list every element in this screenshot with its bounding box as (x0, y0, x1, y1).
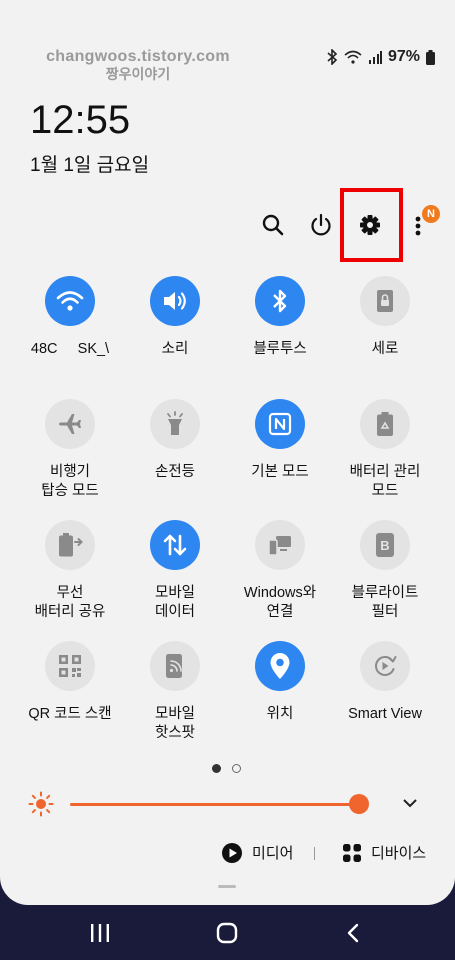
airplane-icon[interactable] (45, 399, 95, 449)
notification-badge: N (422, 205, 440, 223)
quick-tile-nfc[interactable]: 기본 모드 (225, 399, 335, 482)
quick-tile-location[interactable]: 위치 (225, 641, 335, 724)
svg-text:B: B (380, 538, 389, 553)
quick-tile-label: 48C SK_\ (30, 341, 110, 357)
quick-tile-label: 비행기 탑승 모드 (41, 464, 99, 499)
quick-tile-wireless-battery-share[interactable]: 무선 배터리 공유 (15, 520, 125, 622)
wifi-icon[interactable] (45, 276, 95, 326)
quick-tile-flashlight[interactable]: 손전등 (120, 399, 230, 482)
page-indicator-active (212, 764, 221, 773)
signal-status-icon (368, 50, 382, 64)
home-button[interactable] (216, 922, 238, 949)
qr-code-icon[interactable] (45, 641, 95, 691)
quick-tile-label: 블루투스 (253, 341, 307, 357)
smart-view-icon[interactable] (360, 641, 410, 691)
quick-tile-label: Smart View (348, 706, 422, 722)
bluetooth-icon[interactable] (255, 276, 305, 326)
quick-tile-label: 손전등 (154, 464, 196, 480)
power-icon (311, 213, 331, 236)
quick-tile-label: 무선 배터리 공유 (34, 585, 106, 620)
panel-drag-handle[interactable] (218, 885, 236, 888)
wireless-battery-share-icon[interactable] (45, 520, 95, 570)
quick-tile-bluetooth[interactable]: 블루투스 (225, 276, 335, 359)
quick-tile-link-windows[interactable]: Windows와 연결 (225, 520, 335, 622)
media-label: 미디어 (252, 845, 294, 862)
status-bar: 97% (327, 48, 435, 66)
home-icon (216, 922, 238, 944)
quick-tile-label: 세로 (371, 341, 399, 357)
clock: 12:55 (30, 98, 131, 142)
quick-settings-panel: changwoos.tistory.com 짱우이야기 97% 12:55 1월… (0, 0, 455, 905)
quick-tile-label: 위치 (266, 706, 294, 722)
quick-tile-portrait-lock[interactable]: 세로 (330, 276, 440, 359)
media-button[interactable]: 미디어 (222, 842, 293, 863)
quick-tile-label: QR 코드 스캔 (28, 706, 112, 722)
back-icon (347, 923, 359, 943)
brightness-slider-track[interactable] (70, 803, 368, 806)
settings-highlight-box (340, 188, 403, 262)
blue-light-filter-icon[interactable]: B (360, 520, 410, 570)
quick-tile-label: 기본 모드 (251, 464, 309, 480)
quick-tile-blue-light-filter[interactable]: B 블루라이트 필터 (330, 520, 440, 622)
quick-tile-smart-view[interactable]: Smart View (330, 641, 440, 724)
nfc-icon[interactable] (255, 399, 305, 449)
quick-tile-qr-code[interactable]: QR 코드 스캔 (15, 641, 125, 724)
quick-tile-airplane[interactable]: 비행기 탑승 모드 (15, 399, 125, 501)
bluetooth-status-icon (327, 49, 338, 65)
quick-tile-sound[interactable]: 소리 (120, 276, 230, 359)
mobile-data-icon[interactable] (150, 520, 200, 570)
recent-apps-button[interactable] (90, 924, 110, 947)
quick-tile-wifi[interactable]: 48C SK_\ (15, 276, 125, 359)
quick-tile-label: 소리 (161, 341, 189, 357)
quick-tile-hotspot[interactable]: 모바일 핫스팟 (120, 641, 230, 743)
date: 1월 1일 금요일 (30, 155, 150, 176)
quick-tile-label: Windows와 연결 (243, 585, 317, 620)
bottom-divider (314, 847, 315, 860)
location-icon[interactable] (255, 641, 305, 691)
portrait-lock-icon[interactable] (360, 276, 410, 326)
search-icon (262, 214, 284, 236)
devices-label: 디바이스 (371, 845, 427, 862)
recent-apps-icon (91, 924, 109, 942)
back-button[interactable] (346, 923, 360, 948)
power-button[interactable] (306, 210, 336, 240)
quick-tile-label: 블루라이트 필터 (351, 585, 419, 620)
link-windows-icon[interactable] (255, 520, 305, 570)
flashlight-icon[interactable] (150, 399, 200, 449)
search-button[interactable] (258, 210, 288, 240)
quick-tile-mobile-data[interactable]: 모바일 데이터 (120, 520, 230, 622)
quick-tile-label: 모바일 핫스팟 (154, 706, 196, 741)
navigation-bar (0, 905, 455, 960)
expand-chevron-icon[interactable] (402, 796, 418, 814)
battery-recycle-icon[interactable] (360, 399, 410, 449)
devices-button[interactable]: 디바이스 (342, 842, 426, 863)
hotspot-icon[interactable] (150, 641, 200, 691)
quick-tile-label: 배터리 관리 모드 (349, 464, 421, 499)
brightness-slider-thumb[interactable] (349, 794, 370, 814)
sound-icon[interactable] (150, 276, 200, 326)
quick-tile-label: 모바일 데이터 (154, 585, 196, 620)
battery-percent: 97% (387, 48, 420, 65)
wifi-status-icon (344, 50, 362, 64)
battery-icon (426, 49, 435, 65)
watermark-name: 짱우이야기 (105, 66, 171, 82)
page-indicator (232, 764, 241, 773)
quick-tile-battery-recycle[interactable]: 배터리 관리 모드 (330, 399, 440, 501)
devices-grid-icon (343, 843, 361, 862)
more-vertical-icon (415, 216, 421, 236)
brightness-sun-icon (28, 791, 54, 822)
play-circle-icon (222, 842, 242, 863)
